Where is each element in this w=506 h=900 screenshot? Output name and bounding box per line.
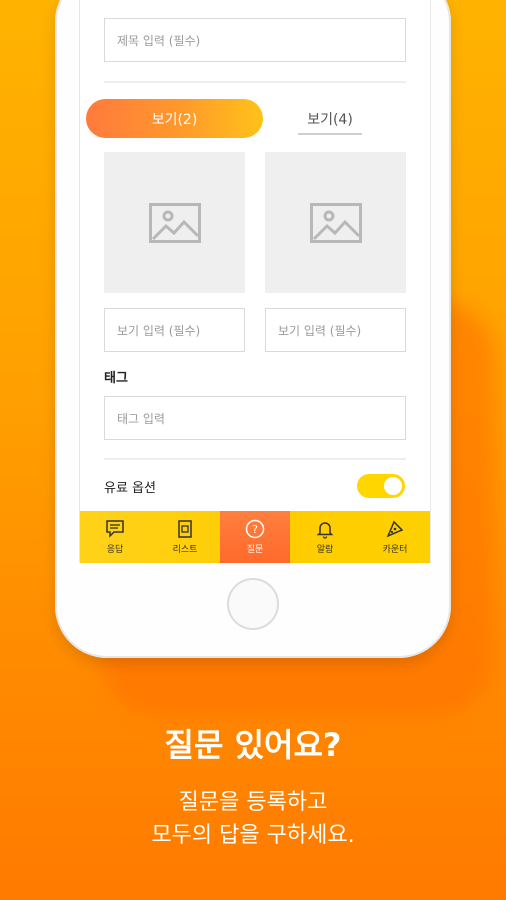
nav-item-question[interactable]: ? 질문 bbox=[220, 511, 290, 563]
divider bbox=[104, 458, 406, 460]
bottom-nav: 응답 리스트 ? 질문 알람 카운터 bbox=[80, 511, 430, 563]
option-input-2[interactable]: 보기 입력 (필수) bbox=[265, 308, 406, 352]
title-input[interactable]: 제목 입력 (필수) bbox=[104, 18, 406, 62]
tab-options-2[interactable]: 보기(2) bbox=[86, 99, 263, 138]
divider bbox=[104, 81, 406, 83]
nav-item-alarm[interactable]: 알람 bbox=[290, 511, 360, 563]
list-icon bbox=[178, 520, 192, 538]
option-image-2[interactable] bbox=[265, 152, 406, 293]
bell-icon bbox=[316, 522, 334, 539]
image-placeholder-icon bbox=[309, 202, 362, 243]
nav-item-list[interactable]: 리스트 bbox=[150, 511, 220, 563]
nav-label: 질문 bbox=[246, 545, 264, 555]
tab-options-4[interactable]: 보기(4) bbox=[298, 105, 362, 135]
option-input-1[interactable]: 보기 입력 (필수) bbox=[104, 308, 245, 352]
question-icon: ? bbox=[245, 519, 265, 539]
home-button[interactable] bbox=[227, 578, 279, 630]
tag-input[interactable]: 태그 입력 bbox=[104, 396, 406, 440]
promo-headline: 질문 있어요? bbox=[164, 726, 342, 764]
promo-line-1: 질문을 등록하고 bbox=[178, 790, 328, 815]
nav-label: 카운터 bbox=[382, 545, 408, 555]
svg-text:?: ? bbox=[252, 523, 258, 536]
nav-item-counter[interactable]: 카운터 bbox=[360, 511, 430, 563]
nav-item-answer[interactable]: 응답 bbox=[80, 511, 150, 563]
chat-icon bbox=[106, 520, 124, 538]
image-placeholder-icon bbox=[148, 202, 201, 243]
paid-option-toggle[interactable] bbox=[357, 474, 405, 498]
nav-label: 리스트 bbox=[172, 545, 198, 555]
pizza-icon bbox=[386, 520, 404, 538]
nav-label: 알람 bbox=[316, 545, 334, 555]
nav-label: 응답 bbox=[106, 545, 124, 555]
promo-line-2: 모두의 답을 구하세요. bbox=[151, 823, 355, 848]
paid-option-label: 유료 옵션 bbox=[104, 481, 156, 496]
option-image-1[interactable] bbox=[104, 152, 245, 293]
toggle-knob bbox=[384, 477, 402, 495]
app-screen: 제목 입력 (필수) 보기(2) 보기(4) 보기 입력 (필수) 보기 입력 … bbox=[79, 0, 431, 563]
tag-label: 태그 bbox=[104, 371, 128, 386]
